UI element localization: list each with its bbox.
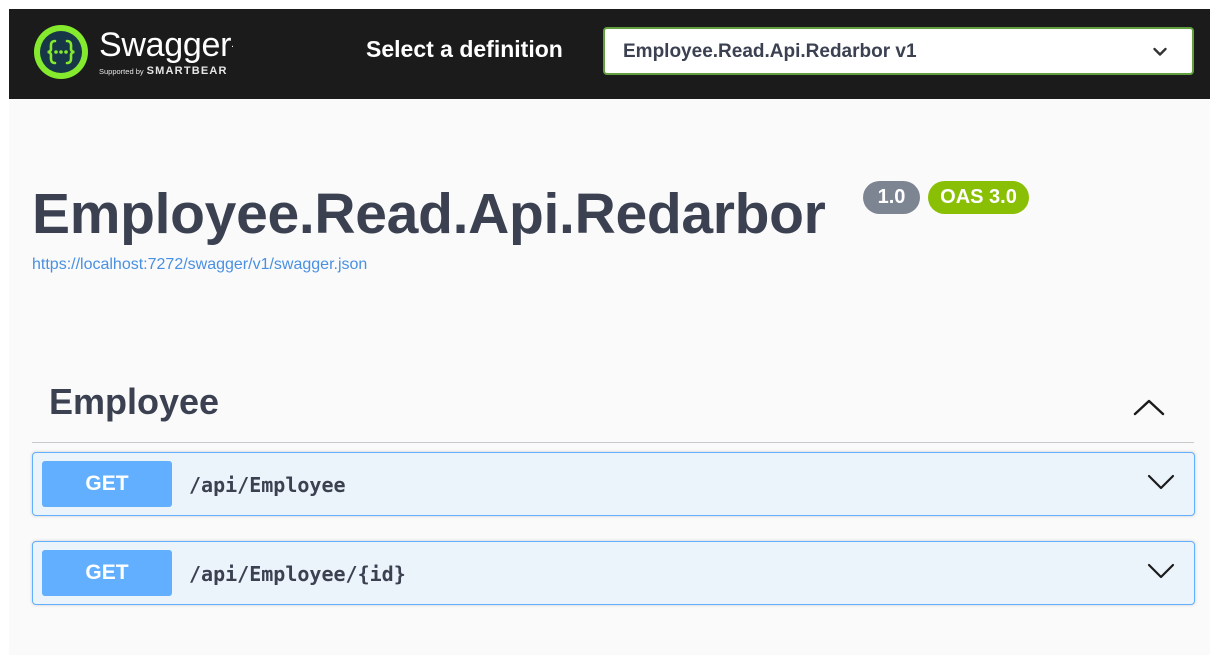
- swagger-logo[interactable]: Swagger. Supported by SMARTBEAR: [33, 24, 234, 80]
- oas-badge: OAS 3.0: [928, 181, 1029, 214]
- chevron-up-icon[interactable]: [1132, 397, 1166, 417]
- version-badge: 1.0: [863, 181, 920, 214]
- chevron-down-icon[interactable]: [1146, 473, 1176, 491]
- definition-select-value: Employee.Read.Api.Redarbor v1: [623, 41, 917, 62]
- definition-select[interactable]: Employee.Read.Api.Redarbor v1: [603, 27, 1194, 75]
- logo-trademark: .: [231, 39, 234, 50]
- api-title: Employee.Read.Api.Redarbor: [32, 182, 826, 246]
- logo-text: Swagger. Supported by SMARTBEAR: [99, 26, 234, 77]
- method-badge: GET: [42, 550, 172, 596]
- operation-path: /api/Employee: [189, 473, 346, 497]
- swagger-page: Swagger. Supported by SMARTBEAR Select a…: [9, 9, 1210, 655]
- logo-name-text: Swagger: [99, 26, 232, 64]
- swagger-braces-icon: [34, 25, 88, 79]
- operation-get-employee[interactable]: GET /api/Employee: [32, 452, 1195, 516]
- tag-employee-header[interactable]: Employee: [32, 371, 1194, 443]
- operation-path: /api/Employee/{id}: [189, 562, 406, 586]
- top-bar: Swagger. Supported by SMARTBEAR Select a…: [9, 9, 1210, 99]
- logo-name: Swagger.: [99, 26, 234, 64]
- operation-get-employee-by-id[interactable]: GET /api/Employee/{id}: [32, 541, 1195, 605]
- tag-name: Employee: [49, 381, 220, 422]
- spec-url-link[interactable]: https://localhost:7272/swagger/v1/swagge…: [32, 256, 367, 274]
- method-badge: GET: [42, 461, 172, 507]
- chevron-down-icon: [1153, 47, 1167, 56]
- supported-by-text: Supported by: [99, 67, 144, 76]
- smartbear-brand: SMARTBEAR: [146, 65, 228, 77]
- logo-subtitle: Supported by SMARTBEAR: [99, 65, 234, 77]
- chevron-down-icon[interactable]: [1146, 562, 1176, 580]
- select-definition-label: Select a definition: [366, 36, 563, 62]
